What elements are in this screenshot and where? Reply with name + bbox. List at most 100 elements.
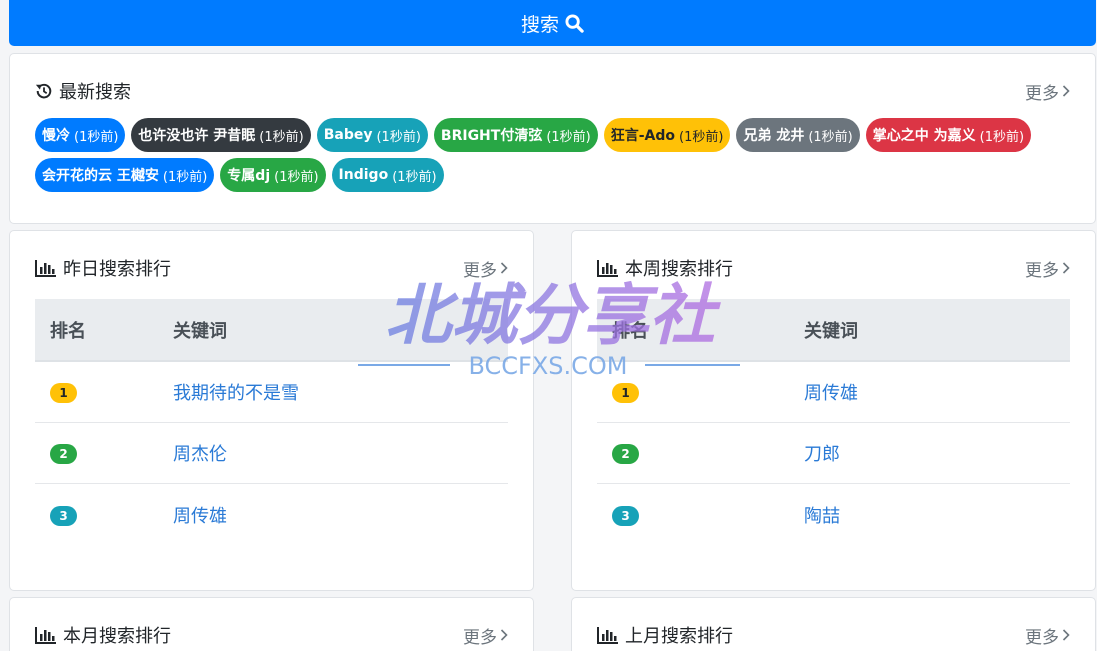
search-tag-time: (1秒前) — [679, 129, 724, 145]
column-rank: 排名 — [50, 320, 86, 342]
more-label: 更多 — [1025, 260, 1059, 281]
search-tag[interactable]: Babey (1秒前) — [316, 118, 428, 152]
chevron-right-icon — [1062, 85, 1070, 97]
search-tag[interactable]: 专属dj (1秒前) — [220, 158, 326, 192]
search-tag-keyword: Indigo — [338, 167, 389, 183]
week-ranking-title-text: 本周搜索排行 — [625, 259, 733, 280]
more-label: 更多 — [463, 260, 497, 281]
search-tag-keyword: 专属dj — [227, 168, 271, 184]
chevron-right-icon — [500, 629, 508, 641]
table-row: 1 周传雄 — [597, 362, 1070, 423]
chevron-right-icon — [500, 262, 508, 274]
search-tag-keyword: 狂言-Ado — [610, 128, 676, 144]
lastmonth-more-link[interactable]: 更多 — [1025, 623, 1070, 648]
latest-more-link[interactable]: 更多 — [1025, 79, 1070, 104]
search-tag[interactable]: 会开花的云 王樾安 (1秒前) — [35, 158, 215, 192]
bar-chart-icon — [35, 260, 56, 277]
column-keyword: 关键词 — [804, 320, 858, 342]
search-tag-keyword: 会开花的云 王樾安 — [42, 168, 159, 184]
rank-cell: 3 — [35, 504, 173, 526]
month-ranking-title: 本月搜索排行 — [35, 622, 171, 648]
search-tag-keyword: 掌心之中 为嘉义 — [872, 128, 976, 144]
yesterday-ranking-card: 昨日搜索排行 更多 排名 关键词 1 我期待的不是雪 2 周杰伦 3 周传雄 — [9, 230, 534, 591]
keyword-link[interactable]: 周杰伦 — [173, 440, 227, 466]
lastmonth-ranking-title-text: 上月搜索排行 — [625, 626, 733, 647]
search-tag-keyword: 也许没也许 尹昔眠 — [138, 128, 256, 144]
rank-badge: 2 — [50, 444, 77, 464]
week-ranking-card: 本周搜索排行 更多 排名 关键词 1 周传雄 2 刀郎 3 陶喆 — [571, 230, 1096, 591]
month-ranking-header: 本月搜索排行 更多 — [35, 622, 508, 648]
column-rank: 排名 — [612, 320, 648, 342]
table-row: 3 陶喆 — [597, 484, 1070, 545]
table-row: 2 刀郎 — [597, 423, 1070, 484]
rank-cell: 3 — [597, 504, 804, 526]
chevron-right-icon — [1062, 262, 1070, 274]
rank-cell: 1 — [597, 381, 804, 403]
keyword-link[interactable]: 周传雄 — [173, 502, 227, 528]
search-button[interactable]: 搜索 — [9, 0, 1096, 46]
latest-search-title: 最新搜索 — [35, 78, 131, 104]
week-more-link[interactable]: 更多 — [1025, 256, 1070, 281]
column-keyword: 关键词 — [173, 320, 227, 342]
more-label: 更多 — [1025, 83, 1059, 104]
table-body: 1 我期待的不是雪 2 周杰伦 3 周传雄 — [35, 362, 508, 545]
rank-badge: 3 — [50, 505, 77, 526]
lastmonth-ranking-card: 上月搜索排行 更多 — [571, 597, 1096, 651]
month-ranking-title-text: 本月搜索排行 — [63, 626, 171, 647]
more-label: 更多 — [1025, 627, 1059, 648]
yesterday-ranking-header: 昨日搜索排行 更多 — [35, 255, 508, 281]
search-tag-time: (1秒前) — [979, 129, 1025, 145]
search-tag-keyword: 兄弟 龙井 — [743, 128, 805, 144]
yesterday-ranking-table: 排名 关键词 1 我期待的不是雪 2 周杰伦 3 周传雄 — [35, 299, 508, 545]
bar-chart-icon — [35, 627, 56, 644]
lastmonth-ranking-header: 上月搜索排行 更多 — [597, 622, 1070, 648]
search-tag[interactable]: Indigo (1秒前) — [331, 158, 444, 192]
keyword-link[interactable]: 我期待的不是雪 — [173, 379, 299, 405]
search-tag-time: (1秒前) — [808, 129, 853, 145]
latest-search-card: 最新搜索 更多 慢冷 (1秒前) 也许没也许 尹昔眠 (1秒前) Babey (1秒前) B… — [9, 53, 1096, 224]
search-tag[interactable]: 狂言-Ado (1秒前) — [603, 118, 731, 152]
rank-cell: 2 — [597, 442, 804, 464]
search-tag-keyword: 慢冷 — [42, 128, 70, 144]
rank-badge: 3 — [612, 505, 639, 526]
history-icon — [35, 83, 52, 99]
table-row: 2 周杰伦 — [35, 423, 508, 484]
table-header: 排名 关键词 — [597, 299, 1070, 362]
rank-cell: 2 — [35, 442, 173, 464]
search-tag-time: (1秒前) — [274, 169, 319, 185]
search-button-label: 搜索 — [520, 13, 559, 36]
search-tag-keyword: BRIGHT付清弦 — [440, 128, 543, 144]
page: 搜索 最新搜索 更多 慢冷 (1秒前) 也许没也许 尹昔眠 (1秒前) Babey (1秒… — [0, 0, 1097, 651]
lastmonth-ranking-title: 上月搜索排行 — [597, 622, 733, 648]
latest-search-tags: 慢冷 (1秒前) 也许没也许 尹昔眠 (1秒前) Babey (1秒前) BRIGHT付清弦… — [35, 118, 1055, 192]
rank-badge: 1 — [612, 383, 639, 403]
yesterday-more-link[interactable]: 更多 — [463, 256, 508, 281]
search-tag-time: (1秒前) — [162, 169, 208, 185]
search-tag-keyword: Babey — [323, 127, 373, 143]
keyword-link[interactable]: 周传雄 — [804, 379, 858, 405]
latest-search-title-text: 最新搜索 — [59, 82, 131, 103]
week-ranking-table: 排名 关键词 1 周传雄 2 刀郎 3 陶喆 — [597, 299, 1070, 545]
search-tag-time: (1秒前) — [259, 129, 304, 145]
yesterday-ranking-title-text: 昨日搜索排行 — [63, 259, 171, 280]
table-row: 3 周传雄 — [35, 484, 508, 545]
search-tag[interactable]: BRIGHT付清弦 (1秒前) — [433, 118, 598, 152]
rank-badge: 1 — [50, 383, 77, 403]
rank-badge: 2 — [612, 444, 639, 464]
search-tag[interactable]: 兄弟 龙井 (1秒前) — [736, 118, 860, 152]
week-ranking-title: 本周搜索排行 — [597, 255, 733, 281]
search-tag[interactable]: 掌心之中 为嘉义 (1秒前) — [865, 118, 1032, 152]
more-label: 更多 — [463, 627, 497, 648]
search-tag[interactable]: 慢冷 (1秒前) — [35, 118, 126, 152]
keyword-link[interactable]: 刀郎 — [804, 440, 840, 466]
search-tag-time: (1秒前) — [376, 129, 421, 145]
rank-cell: 1 — [35, 381, 173, 403]
chevron-right-icon — [1062, 629, 1070, 641]
week-ranking-header: 本周搜索排行 更多 — [597, 255, 1070, 281]
keyword-link[interactable]: 陶喆 — [804, 502, 840, 528]
latest-search-header: 最新搜索 更多 — [35, 78, 1070, 104]
table-row: 1 我期待的不是雪 — [35, 362, 508, 423]
month-more-link[interactable]: 更多 — [463, 623, 508, 648]
table-body: 1 周传雄 2 刀郎 3 陶喆 — [597, 362, 1070, 545]
search-tag[interactable]: 也许没也许 尹昔眠 (1秒前) — [131, 118, 311, 152]
